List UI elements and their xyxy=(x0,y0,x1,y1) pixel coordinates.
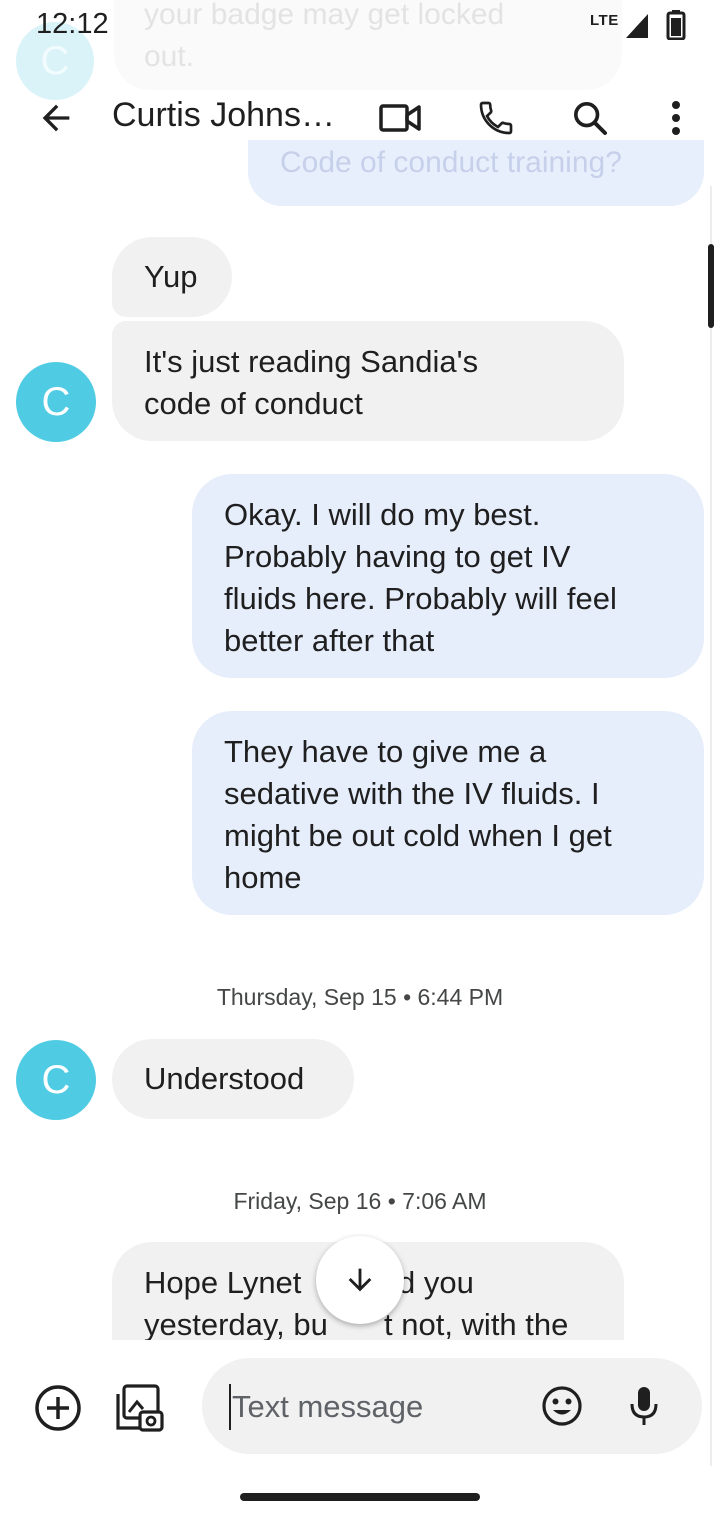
gallery-camera-icon xyxy=(116,1384,164,1432)
network-type-label: LTE xyxy=(590,12,619,29)
avatar-initial: C xyxy=(41,1057,71,1102)
message-text-line: fluids here. Probably will feel xyxy=(224,581,617,616)
message-text: Yup xyxy=(144,259,198,294)
ghost-outgoing-text: Code of conduct training? xyxy=(280,146,622,179)
message-input[interactable] xyxy=(232,1384,532,1430)
message-text-line: t not, with the xyxy=(384,1307,569,1340)
video-camera-icon xyxy=(379,104,421,132)
text-cursor xyxy=(229,1384,231,1430)
emoji-icon xyxy=(542,1386,582,1426)
message-text-line: sedative with the IV fluids. I xyxy=(224,776,600,811)
home-indicator[interactable] xyxy=(240,1493,480,1501)
contact-avatar[interactable]: C xyxy=(16,362,96,442)
date-separator: Thursday, Sep 15 • 6:44 PM xyxy=(216,984,504,1010)
back-arrow-icon xyxy=(42,104,70,132)
message-text-line: yesterday, bu xyxy=(144,1307,328,1340)
signal-icon xyxy=(626,14,648,38)
scroll-track xyxy=(710,186,712,1466)
scrollbar-thumb[interactable] xyxy=(708,244,714,328)
message-text-line: code of conduct xyxy=(144,386,363,421)
avatar-initial: C xyxy=(41,379,71,424)
scroll-to-bottom-button[interactable] xyxy=(316,1236,404,1324)
message-text-line: They have to give me a xyxy=(224,734,547,769)
message-bubble-incoming[interactable]: Understood xyxy=(112,1039,354,1119)
attach-button[interactable] xyxy=(28,1378,88,1438)
message-bubble-incoming[interactable]: It's just reading Sandia's code of condu… xyxy=(112,321,624,441)
message-bubble-outgoing[interactable]: Okay. I will do my best. Probably having… xyxy=(192,474,704,678)
date-separator: Friday, Sep 16 • 7:06 AM xyxy=(233,1188,487,1214)
ghost-message-line-2: out. xyxy=(144,40,195,73)
back-button[interactable] xyxy=(26,88,86,148)
phone-icon xyxy=(479,101,513,135)
video-call-button[interactable] xyxy=(370,88,430,148)
message-bubble-outgoing[interactable]: They have to give me a sedative with the… xyxy=(192,711,704,915)
microphone-icon xyxy=(630,1387,658,1425)
message-text-line: Hope Lynet xyxy=(144,1265,302,1300)
more-vert-icon xyxy=(672,101,680,135)
contact-avatar[interactable]: C xyxy=(16,1040,96,1120)
status-time: 12:12 xyxy=(36,8,109,40)
battery-icon xyxy=(666,10,686,40)
message-bubble-incoming[interactable]: Yup xyxy=(112,237,232,317)
message-text-line: Probably having to get IV xyxy=(224,539,571,574)
message-text-line: It's just reading Sandia's xyxy=(144,344,479,379)
message-text-line: might be out cold when I get xyxy=(224,818,612,853)
message-text-line: d you xyxy=(398,1265,474,1300)
message-text: Understood xyxy=(144,1061,305,1096)
voice-input-button[interactable] xyxy=(614,1376,674,1436)
add-circle-icon xyxy=(35,1385,81,1431)
message-text-line: Okay. I will do my best. xyxy=(224,497,541,532)
arrow-down-icon xyxy=(348,1268,372,1292)
emoji-button[interactable] xyxy=(532,1376,592,1436)
message-text-line: better after that xyxy=(224,623,435,658)
voice-call-button[interactable] xyxy=(466,88,526,148)
message-text-line: home xyxy=(224,860,302,895)
contact-name-title[interactable]: Curtis Johns… xyxy=(112,96,335,135)
more-options-button[interactable] xyxy=(646,88,706,148)
search-button[interactable] xyxy=(560,88,620,148)
gallery-camera-button[interactable] xyxy=(110,1378,170,1438)
ghost-message-line-1: your badge may get locked xyxy=(144,0,505,31)
search-icon xyxy=(574,102,607,135)
